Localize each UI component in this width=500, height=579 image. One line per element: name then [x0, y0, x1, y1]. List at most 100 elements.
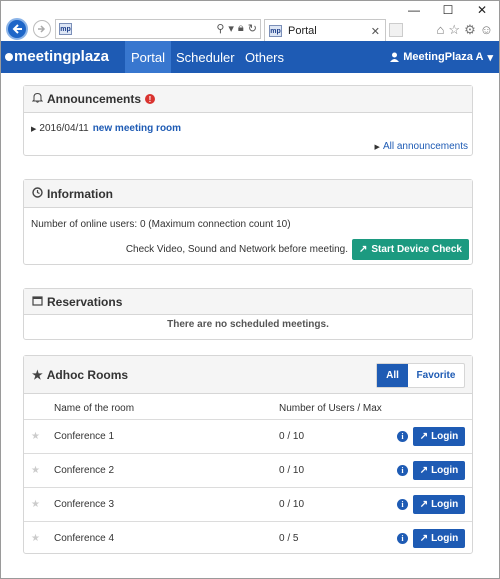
forward-button[interactable] [33, 20, 51, 38]
reservations-panel: Reservations There are no scheduled meet… [23, 288, 473, 340]
start-device-check-button[interactable]: ↗ Start Device Check [352, 239, 469, 260]
external-link-icon: ↗ [419, 430, 429, 442]
window-controls: — ☐ ✕ [397, 1, 499, 19]
login-label: Login [431, 498, 459, 510]
information-header: Information [24, 180, 472, 208]
address-bar[interactable]: mp ⚲ ▾ 🔒︎ ↻ [55, 19, 261, 39]
filter-favorite-button[interactable]: Favorite [408, 364, 464, 387]
login-label: Login [431, 430, 459, 442]
external-link-icon: ↗ [419, 498, 429, 510]
nav-others[interactable]: Others [239, 41, 290, 73]
adhoc-rooms-panel: ★ Adhoc Rooms All Favorite Name of the r… [23, 355, 473, 554]
info-icon[interactable]: i [397, 532, 408, 544]
close-icon[interactable]: ✕ [465, 1, 499, 19]
caret-right-icon: ▶ [31, 125, 37, 133]
room-row-4: ★ Conference 4 0 / 5 i ↗ Login [24, 521, 472, 554]
login-label: Login [431, 532, 459, 544]
tab-close-icon[interactable]: ✕ [371, 25, 380, 38]
info-icon[interactable]: i [397, 464, 408, 476]
room-name: Conference 3 [54, 498, 115, 510]
user-icon [390, 52, 400, 62]
refresh-icon[interactable]: ↻ [248, 22, 257, 35]
external-link-icon: ↗ [419, 532, 429, 544]
information-title: Information [47, 186, 113, 201]
arrow-left-icon [12, 24, 22, 34]
room-name: Conference 1 [54, 430, 115, 442]
browser-chrome: — ☐ ✕ mp ⚲ ▾ 🔒︎ ↻ mp Portal ✕ ⌂ ☆ ⚙ ☺ [0, 0, 500, 42]
lock-icon: 🔒︎ [237, 22, 244, 34]
adhoc-rooms-title: Adhoc Rooms [46, 367, 129, 382]
room-name: Conference 2 [54, 464, 115, 476]
all-announcements-link[interactable]: ▶ All announcements [375, 141, 468, 152]
filter-all-button[interactable]: All [377, 364, 408, 387]
logo-icon [5, 52, 13, 61]
room-name: Conference 4 [54, 532, 115, 544]
start-device-check-label: Start Device Check [371, 244, 462, 255]
announcements-panel: Announcements ! ▶ 2016/04/11 new meeting… [23, 85, 473, 156]
user-menu[interactable]: MeetingPlaza A ▾ [390, 41, 493, 73]
no-meetings-text: There are no scheduled meetings. [167, 319, 329, 330]
room-row-3: ★ Conference 3 0 / 10 i ↗ Login [24, 487, 472, 520]
announcement-link[interactable]: new meeting room [93, 123, 181, 134]
device-check-text: Check Video, Sound and Network before me… [125, 244, 348, 255]
site-favicon: mp [59, 23, 72, 35]
info-icon[interactable]: i [397, 498, 408, 510]
room-row-1: ★ Conference 1 0 / 10 i ↗ Login [24, 419, 472, 452]
bell-icon [31, 92, 44, 106]
all-announcements-label: All announcements [382, 141, 468, 152]
login-button[interactable]: ↗ Login [413, 528, 465, 548]
alert-icon: ! [145, 94, 156, 104]
announcements-header: Announcements ! [24, 86, 472, 113]
favorite-star-icon[interactable]: ★ [31, 465, 40, 476]
favorite-star-icon[interactable]: ★ [31, 533, 40, 544]
announcement-date: 2016/04/11 [39, 123, 89, 134]
login-button[interactable]: ↗ Login [413, 426, 465, 446]
tab-title: Portal [288, 25, 317, 37]
smiley-icon[interactable]: ☺ [480, 22, 493, 38]
info-icon[interactable]: i [397, 430, 408, 442]
logo-text: meetingplaza [14, 48, 110, 65]
clock-icon [32, 186, 43, 201]
room-users: 0 / 10 [279, 498, 305, 510]
caret-right-icon: ▶ [374, 143, 380, 151]
star-icon[interactable]: ☆ [448, 22, 460, 38]
gear-icon[interactable]: ⚙ [464, 22, 476, 38]
online-users-text: Number of online users: 0 (Maximum conne… [31, 219, 291, 230]
nav-scheduler[interactable]: Scheduler [170, 41, 241, 73]
arrow-right-icon [38, 25, 46, 33]
room-row-2: ★ Conference 2 0 / 10 i ↗ Login [24, 453, 472, 486]
room-filter: All Favorite [376, 363, 465, 388]
reservations-title: Reservations [47, 294, 123, 309]
announcement-item: ▶ 2016/04/11 new meeting room [31, 123, 181, 134]
favorite-star-icon[interactable]: ★ [31, 431, 40, 442]
browser-tab[interactable]: mp Portal ✕ [264, 19, 386, 42]
device-check-row: Check Video, Sound and Network before me… [126, 239, 469, 260]
login-button[interactable]: ↗ Login [413, 494, 465, 514]
search-icon[interactable]: ⚲ [216, 22, 224, 35]
reservations-header: Reservations [24, 289, 472, 315]
favorite-star-icon[interactable]: ★ [31, 499, 40, 510]
logo[interactable]: meetingplaza [5, 48, 109, 65]
login-button[interactable]: ↗ Login [413, 460, 465, 480]
star-filled-icon: ★ [32, 367, 43, 382]
new-tab-button[interactable] [389, 23, 403, 37]
tab-favicon: mp [269, 25, 282, 37]
nav-portal[interactable]: Portal [125, 41, 171, 73]
home-icon[interactable]: ⌂ [437, 22, 445, 38]
page-content: Announcements ! ▶ 2016/04/11 new meeting… [0, 73, 500, 579]
minimize-icon[interactable]: — [397, 1, 431, 19]
information-panel: Information Number of online users: 0 (M… [23, 179, 473, 265]
room-users: 0 / 10 [279, 464, 305, 476]
external-link-icon: ↗ [359, 244, 368, 255]
room-users: 0 / 5 [279, 532, 299, 544]
chevron-down-icon[interactable]: ▾ [228, 22, 234, 35]
announcements-title: Announcements [47, 92, 142, 106]
maximize-icon[interactable]: ☐ [431, 1, 465, 19]
caret-down-icon: ▾ [487, 51, 493, 64]
calendar-icon [32, 295, 43, 309]
col-users-header: Number of Users / Max [279, 403, 382, 414]
login-label: Login [431, 464, 459, 476]
back-button[interactable] [6, 18, 28, 40]
external-link-icon: ↗ [419, 464, 429, 476]
user-name: MeetingPlaza A [403, 51, 484, 63]
